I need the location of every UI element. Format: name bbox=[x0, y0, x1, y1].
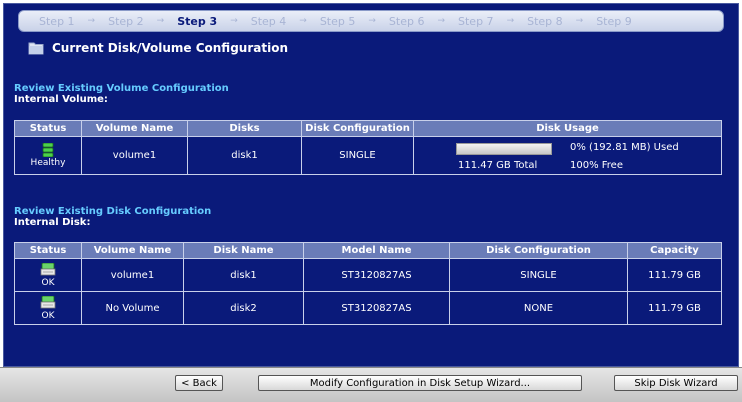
usage-progress-bar bbox=[456, 142, 552, 155]
skip-disk-wizard-button[interactable]: Skip Disk Wizard bbox=[614, 375, 738, 391]
volume-name-cell: volume1 bbox=[81, 136, 188, 175]
column-header: Disk Configuration bbox=[449, 242, 628, 259]
step-2: Step 2 bbox=[108, 14, 144, 28]
column-header: Disk Configuration bbox=[301, 120, 414, 137]
disk-table-header: Status Volume Name Disk Name Model Name … bbox=[14, 242, 722, 259]
step-arrow-icon: → bbox=[437, 16, 446, 26]
column-header: Status bbox=[14, 242, 82, 259]
disk-configuration-cell: NONE bbox=[449, 291, 628, 325]
disk-usage-cell: 0% (192.81 MB) Used 111.47 GB Total 100%… bbox=[413, 136, 722, 175]
column-header: Disks bbox=[187, 120, 302, 137]
modify-configuration-button[interactable]: Modify Configuration in Disk Setup Wizar… bbox=[258, 375, 582, 391]
step-arrow-icon: → bbox=[156, 16, 165, 26]
status-text: OK bbox=[41, 310, 55, 321]
status-cell: OK bbox=[14, 291, 82, 325]
step-7: Step 7 bbox=[458, 14, 494, 28]
volume-healthy-icon bbox=[42, 143, 54, 157]
folder-icon bbox=[28, 42, 44, 55]
disk-name-cell: disk1 bbox=[183, 258, 304, 292]
usage-free-text: 100% Free bbox=[570, 159, 623, 171]
disks-cell: disk1 bbox=[187, 136, 302, 175]
status-text: Healthy bbox=[30, 158, 66, 168]
main-panel: Step 1 → Step 2 → Step 3 → Step 4 → Step… bbox=[3, 3, 739, 367]
volume-name-cell: volume1 bbox=[81, 258, 184, 292]
step-5: Step 5 bbox=[319, 14, 356, 28]
step-arrow-icon: → bbox=[575, 16, 584, 26]
step-arrow-icon: → bbox=[87, 16, 96, 26]
usage-used-text: 0% (192.81 MB) Used bbox=[570, 141, 679, 153]
disk-configuration-cell: SINGLE bbox=[301, 136, 414, 175]
disk-section-subheading: Internal Disk: bbox=[14, 217, 91, 228]
disk-section-heading: Review Existing Disk Configuration bbox=[14, 206, 212, 217]
column-header: Disk Name bbox=[183, 242, 304, 259]
volume-section-subheading: Internal Volume: bbox=[14, 94, 108, 105]
usage-total-text: 111.47 GB Total bbox=[458, 159, 538, 171]
column-header: Volume Name bbox=[81, 242, 184, 259]
table-row: OK volume1 disk1 ST3120827AS SINGLE 111.… bbox=[14, 258, 722, 292]
column-header: Status bbox=[14, 120, 82, 137]
model-name-cell: ST3120827AS bbox=[303, 258, 450, 292]
disk-configuration-cell: SINGLE bbox=[449, 258, 628, 292]
step-1: Step 1 bbox=[39, 14, 75, 28]
bottom-button-bar: < Back Modify Configuration in Disk Setu… bbox=[0, 367, 742, 402]
table-row: OK No Volume disk2 ST3120827AS NONE 111.… bbox=[14, 291, 722, 325]
disk-ok-icon bbox=[40, 295, 56, 308]
step-3: Step 3 bbox=[177, 14, 218, 28]
step-8: Step 8 bbox=[527, 14, 563, 28]
status-cell: Healthy bbox=[14, 136, 82, 175]
step-9: Step 9 bbox=[596, 14, 632, 28]
wizard-frame: Step 1 → Step 2 → Step 3 → Step 4 → Step… bbox=[0, 0, 742, 402]
table-row: Healthy volume1 disk1 SINGLE 0% (192.81 … bbox=[14, 136, 722, 175]
disk-ok-icon bbox=[40, 262, 56, 275]
step-6: Step 6 bbox=[388, 14, 425, 28]
volume-table: Status Volume Name Disks Disk Configurat… bbox=[14, 120, 722, 175]
back-button[interactable]: < Back bbox=[175, 375, 223, 391]
step-bar: Step 1 → Step 2 → Step 3 → Step 4 → Step… bbox=[18, 10, 724, 32]
column-header: Volume Name bbox=[81, 120, 188, 137]
step-arrow-icon: → bbox=[299, 16, 307, 26]
step-4: Step 4 bbox=[250, 14, 287, 28]
column-header: Model Name bbox=[303, 242, 450, 259]
volume-section-heading: Review Existing Volume Configuration bbox=[14, 83, 229, 94]
volume-table-header: Status Volume Name Disks Disk Configurat… bbox=[14, 120, 722, 137]
column-header: Capacity bbox=[627, 242, 722, 259]
page-title-row: Current Disk/Volume Configuration bbox=[28, 41, 288, 55]
disk-name-cell: disk2 bbox=[183, 291, 304, 325]
disk-table: Status Volume Name Disk Name Model Name … bbox=[14, 242, 722, 325]
status-text: OK bbox=[41, 277, 55, 288]
page-title: Current Disk/Volume Configuration bbox=[52, 41, 288, 55]
step-arrow-icon: → bbox=[368, 16, 376, 26]
column-header: Disk Usage bbox=[413, 120, 722, 137]
step-arrow-icon: → bbox=[230, 16, 238, 26]
capacity-cell: 111.79 GB bbox=[627, 291, 722, 325]
volume-name-cell: No Volume bbox=[81, 291, 184, 325]
capacity-cell: 111.79 GB bbox=[627, 258, 722, 292]
status-cell: OK bbox=[14, 258, 82, 292]
step-arrow-icon: → bbox=[506, 16, 515, 26]
model-name-cell: ST3120827AS bbox=[303, 291, 450, 325]
